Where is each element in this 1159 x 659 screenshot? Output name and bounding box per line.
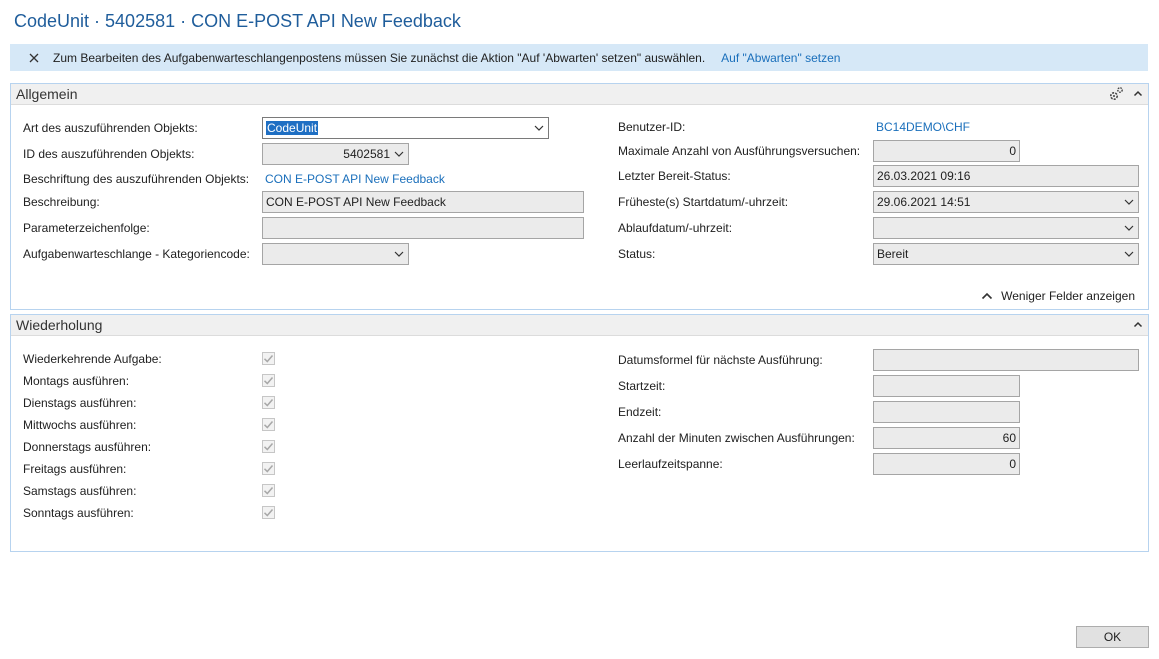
- checkmark-icon: [263, 487, 274, 495]
- category-code-field[interactable]: [262, 243, 409, 265]
- run-on-thursdays-label: Donnerstags ausführen:: [23, 440, 152, 454]
- run-on-sundays-checkbox[interactable]: [262, 506, 275, 519]
- checkmark-icon: [263, 355, 274, 363]
- chevron-down-icon: [534, 125, 544, 131]
- checkmark-icon: [263, 443, 274, 451]
- run-on-saturdays-checkbox[interactable]: [262, 484, 275, 497]
- minutes-between-label: Anzahl der Minuten zwischen Ausführungen…: [618, 431, 855, 445]
- recurrence-fasttab: Wiederholung Wiederkehrende Aufgabe: Mon…: [10, 314, 1149, 552]
- max-attempts-label: Maximale Anzahl von Ausführungsversuchen…: [618, 144, 861, 158]
- run-on-tuesdays-checkbox[interactable]: [262, 396, 275, 409]
- ok-button[interactable]: OK: [1076, 626, 1149, 648]
- object-id-label: ID des auszuführenden Objekts:: [23, 147, 195, 161]
- earliest-start-label: Früheste(s) Startdatum/-uhrzeit:: [618, 195, 789, 209]
- last-ready-state-label: Letzter Bereit-Status:: [618, 169, 731, 183]
- run-on-thursdays-checkbox[interactable]: [262, 440, 275, 453]
- earliest-start-field[interactable]: 29.06.2021 14:51: [873, 191, 1139, 213]
- object-caption-label: Beschriftung des auszuführenden Objekts:: [23, 172, 250, 186]
- inactivity-label: Leerlaufzeitspanne:: [618, 457, 723, 471]
- chevron-down-icon: [394, 251, 404, 257]
- run-on-wednesdays-checkbox[interactable]: [262, 418, 275, 431]
- status-field[interactable]: Bereit: [873, 243, 1139, 265]
- object-type-select[interactable]: CodeUnit: [262, 117, 549, 139]
- start-time-field[interactable]: [873, 375, 1020, 397]
- chevron-up-icon: [982, 292, 993, 300]
- general-caption: Allgemein: [16, 86, 78, 102]
- fewer-fields-label: Weniger Felder anzeigen: [1001, 289, 1135, 303]
- parameter-string-field[interactable]: [262, 217, 584, 239]
- recurring-job-checkbox[interactable]: [262, 352, 275, 365]
- recurrence-caption: Wiederholung: [16, 317, 103, 333]
- object-caption-link[interactable]: CON E-POST API New Feedback: [265, 172, 445, 186]
- general-header[interactable]: Allgemein: [11, 84, 1148, 105]
- expiration-label: Ablaufdatum/-uhrzeit:: [618, 221, 733, 235]
- notification-bar: Zum Bearbeiten des Aufgabenwarteschlange…: [10, 44, 1148, 71]
- checkmark-icon: [263, 399, 274, 407]
- run-on-mondays-checkbox[interactable]: [262, 374, 275, 387]
- user-id-label: Benutzer-ID:: [618, 120, 686, 134]
- status-value: Bereit: [877, 247, 909, 261]
- parameter-string-label: Parameterzeichenfolge:: [23, 221, 150, 235]
- end-time-label: Endzeit:: [618, 405, 662, 419]
- inactivity-field[interactable]: 0: [873, 453, 1020, 475]
- chevron-down-icon: [1124, 251, 1134, 257]
- category-code-label: Aufgabenwarteschlange - Kategoriencode:: [23, 247, 250, 261]
- run-on-saturdays-label: Samstags ausführen:: [23, 484, 137, 498]
- run-on-fridays-checkbox[interactable]: [262, 462, 275, 475]
- start-time-label: Startzeit:: [618, 379, 666, 393]
- chevron-up-icon[interactable]: [1133, 88, 1143, 98]
- end-time-field[interactable]: [873, 401, 1020, 423]
- run-on-mondays-label: Montags ausführen:: [23, 374, 130, 388]
- chevron-down-icon: [1124, 199, 1134, 205]
- chevron-up-icon[interactable]: [1133, 319, 1143, 329]
- chevron-down-icon: [1124, 225, 1134, 231]
- object-id-value: 5402581: [343, 147, 390, 161]
- checkmark-icon: [263, 377, 274, 385]
- run-on-tuesdays-label: Dienstags ausführen:: [23, 396, 137, 410]
- minutes-between-field[interactable]: 60: [873, 427, 1020, 449]
- close-icon[interactable]: [27, 51, 41, 65]
- chevron-down-icon: [394, 151, 404, 157]
- date-formula-label: Datumsformel für nächste Ausführung:: [618, 353, 823, 367]
- recurring-job-label: Wiederkehrende Aufgabe:: [23, 352, 162, 366]
- description-field[interactable]: CON E-POST API New Feedback: [262, 191, 584, 213]
- set-on-hold-link[interactable]: Auf "Abwarten" setzen: [721, 51, 840, 65]
- status-label: Status:: [618, 247, 656, 261]
- date-formula-field[interactable]: [873, 349, 1139, 371]
- object-id-field[interactable]: 5402581: [262, 143, 409, 165]
- run-on-fridays-label: Freitags ausführen:: [23, 462, 127, 476]
- gear-icon[interactable]: [1108, 86, 1124, 102]
- earliest-start-value: 29.06.2021 14:51: [877, 195, 971, 209]
- checkmark-icon: [263, 465, 274, 473]
- last-ready-state-field: 26.03.2021 09:16: [873, 165, 1139, 187]
- general-fasttab: Allgemein Art des auszuführenden Objekts…: [10, 83, 1149, 310]
- fewer-fields-button[interactable]: Weniger Felder anzeigen: [981, 289, 1135, 303]
- expiration-field[interactable]: [873, 217, 1139, 239]
- run-on-wednesdays-label: Mittwochs ausführen:: [23, 418, 137, 432]
- user-id-link[interactable]: BC14DEMO\CHF: [876, 120, 970, 134]
- page-title: CodeUnit · 5402581 · CON E-POST API New …: [14, 11, 461, 31]
- checkmark-icon: [263, 421, 274, 429]
- checkmark-icon: [263, 509, 274, 517]
- description-label: Beschreibung:: [23, 195, 100, 209]
- run-on-sundays-label: Sonntags ausführen:: [23, 506, 134, 520]
- max-attempts-field[interactable]: 0: [873, 140, 1020, 162]
- recurrence-header[interactable]: Wiederholung: [11, 315, 1148, 336]
- notification-message: Zum Bearbeiten des Aufgabenwarteschlange…: [53, 50, 706, 65]
- object-type-label: Art des auszuführenden Objekts:: [23, 121, 198, 135]
- object-type-value: CodeUnit: [266, 121, 319, 135]
